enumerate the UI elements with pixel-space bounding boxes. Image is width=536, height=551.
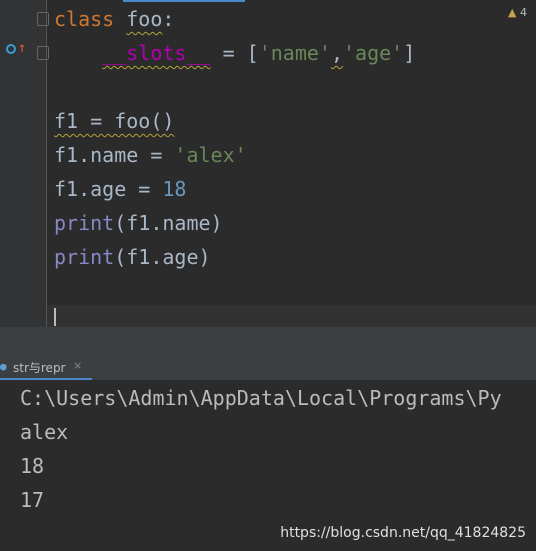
console-line: 18 (20, 454, 45, 478)
console-line: 17 (20, 488, 45, 512)
print-builtin: print (54, 245, 115, 269)
code-line-1[interactable]: class foo: (54, 2, 174, 36)
code-editor[interactable]: ↑ ▲ 4 class foo: __slots__ = ['name','ag… (0, 0, 536, 327)
run-tab[interactable]: ● str与repr × (0, 353, 92, 380)
gutter-divider (46, 0, 47, 327)
print-builtin: print (54, 211, 115, 235)
close-icon[interactable]: × (73, 359, 82, 372)
slots-attr: __slots__ (102, 41, 211, 65)
code-line-6[interactable]: f1.age = 18 (54, 172, 186, 206)
run-tab-label: str与repr (13, 361, 66, 375)
class-name: foo (126, 7, 163, 31)
warning-count: 4 (519, 6, 527, 19)
code-line-8[interactable]: print(f1.age) (54, 240, 211, 274)
string-name: 'name' (258, 41, 331, 65)
panel-splitter[interactable] (0, 327, 536, 353)
fold-icon[interactable] (37, 46, 49, 60)
assign-open-bracket: = [ (210, 41, 259, 65)
override-marker-icon[interactable] (6, 44, 16, 54)
watermark: https://blog.csdn.net/qq_41824825 (280, 525, 526, 541)
code-line-5[interactable]: f1.name = 'alex' (54, 138, 247, 172)
code-line-2[interactable]: __slots__ = ['name','age'] (54, 36, 415, 70)
fold-icon[interactable] (37, 12, 49, 26)
warning-icon: ▲ (508, 6, 517, 19)
current-line-highlight (47, 305, 536, 327)
code-line-7[interactable]: print(f1.name) (54, 206, 223, 240)
inspection-indicator[interactable]: ▲ 4 (508, 6, 527, 19)
assign-age: f1.age = (54, 177, 163, 201)
editor-gutter: ↑ (0, 0, 49, 327)
console-line: alex (20, 420, 69, 444)
print-args: (f1.age) (114, 245, 211, 269)
number-18: 18 (162, 177, 187, 201)
comma: , (330, 41, 344, 65)
string-age: 'age' (343, 41, 404, 65)
assign-name: f1.name = (54, 143, 175, 167)
text-caret (54, 308, 56, 326)
colon: : (162, 7, 175, 31)
close-bracket: ] (403, 41, 416, 65)
python-icon: ● (0, 360, 7, 373)
code-line-4[interactable]: f1 = foo() (54, 104, 174, 138)
keyword-class: class (54, 7, 115, 31)
print-args: (f1.name) (114, 211, 223, 235)
console-line: C:\Users\Admin\AppData\Local\Programs\Py (20, 386, 502, 410)
override-arrow-icon[interactable]: ↑ (18, 41, 26, 55)
string-alex: 'alex' (174, 143, 247, 167)
